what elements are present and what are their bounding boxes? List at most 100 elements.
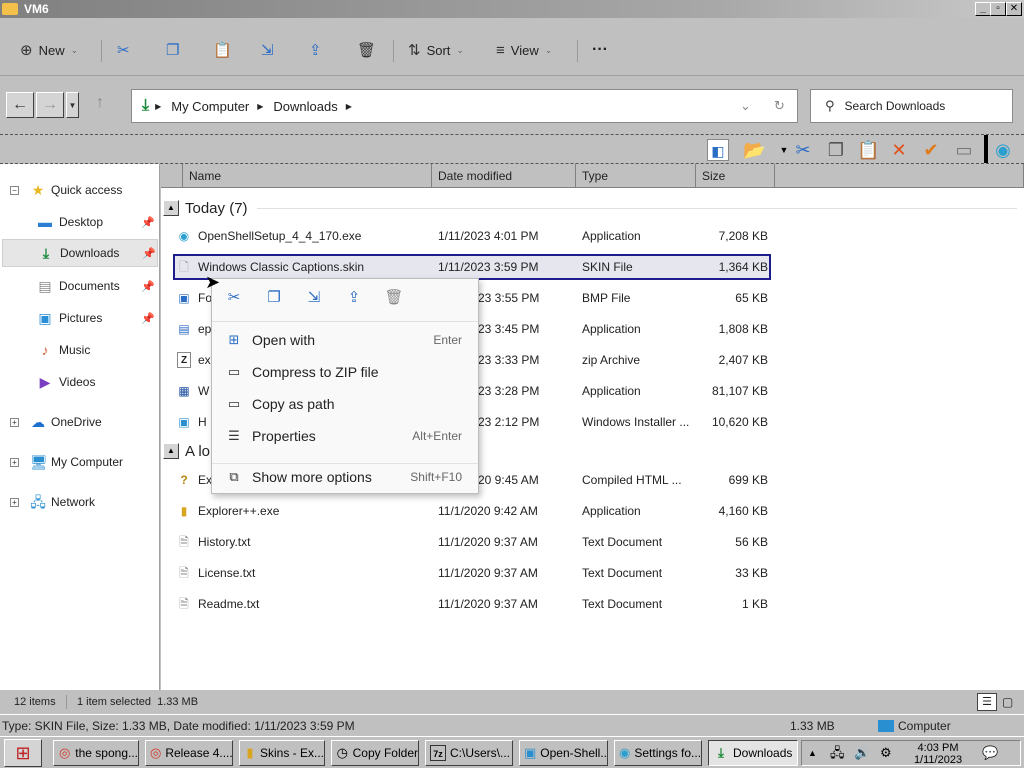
checkmark-icon[interactable]: ✔ [920, 139, 942, 161]
minimize-button[interactable]: _ [975, 2, 991, 16]
menu-item-show-more-options[interactable]: ⧉ Show more options Shift+F10 [212, 461, 478, 493]
clock[interactable]: 4:03 PM 1/11/2023 [912, 742, 964, 766]
recent-locations-button[interactable]: ▼ [66, 92, 79, 118]
clock-time: 4:03 PM [917, 742, 959, 754]
cut-icon[interactable]: ✂ [792, 139, 814, 161]
divider [101, 40, 102, 62]
file-name: Windows Classic Captions.skin [198, 260, 365, 274]
file-row-selected[interactable]: 🗋 Windows Classic Captions.skin 1/11/202… [173, 254, 771, 280]
taskbar-button[interactable]: ◉ Settings fo... [614, 740, 702, 766]
up-button[interactable]: ↑ [96, 94, 104, 112]
image-file-icon: ▣ [178, 291, 190, 305]
nav-music[interactable]: ♪ Music [0, 336, 158, 364]
share-button[interactable]: ⇪ [309, 38, 328, 62]
expand-icon[interactable]: + [10, 497, 19, 507]
paste-icon[interactable]: 📋 [857, 139, 879, 161]
nav-my-computer[interactable]: + 🖥 My Computer [0, 448, 158, 476]
cut-button[interactable]: ✂ [117, 38, 136, 62]
rename-icon[interactable]: ⇲ [301, 287, 327, 309]
view-button[interactable]: ≡ View ⌄ [496, 38, 552, 62]
notifications-icon[interactable]: 💬 [982, 745, 998, 761]
gear-icon[interactable]: ⚙ [880, 745, 892, 761]
file-row[interactable]: 🗎 History.txt 11/1/2020 9:37 AM Text Doc… [173, 529, 771, 555]
collapse-group-icon[interactable]: ▲ [163, 200, 179, 216]
pin-icon: 📌 [141, 280, 155, 293]
sort-button[interactable]: ⇅ Sort ⌄ [408, 38, 464, 62]
delete-icon[interactable]: 🗑 [381, 287, 407, 309]
search-input[interactable]: Search Downloads [845, 99, 946, 113]
file-row[interactable]: 🗎 License.txt 11/1/2020 9:37 AM Text Doc… [173, 560, 771, 586]
group-label: Today (7) [185, 199, 248, 217]
breadcrumb-my-computer[interactable]: My Computer [171, 99, 249, 114]
address-bar[interactable]: ⤓ ▶ My Computer ▶ Downloads ▶ ⌄ ↻ [131, 89, 798, 123]
copy-button[interactable]: ❐ [166, 38, 185, 62]
layout-pane-icon[interactable]: ◧ [707, 139, 729, 161]
menu-item-compress-zip[interactable]: ▭ Compress to ZIP file [212, 356, 478, 388]
nav-pictures[interactable]: ▣ Pictures 📌 [0, 304, 158, 332]
taskbar-button[interactable]: ▮ Skins - Ex... [239, 740, 325, 766]
nav-label: Music [59, 343, 91, 357]
address-history-dropdown[interactable]: ⌄ [740, 98, 751, 114]
close-button[interactable]: ✕ [1006, 2, 1022, 16]
nav-documents[interactable]: ▤ Documents 📌 [0, 272, 158, 300]
expand-icon[interactable]: + [10, 417, 19, 427]
address-row: ← → ▼ ↑ ⤓ ▶ My Computer ▶ Downloads ▶ ⌄ … [0, 76, 1024, 134]
search-box[interactable]: ⚲ Search Downloads [810, 89, 1013, 123]
volume-icon[interactable]: 🔊 [854, 745, 870, 761]
taskbar-button[interactable]: ▣ Open-Shell... [519, 740, 608, 766]
menu-item-copy-as-path[interactable]: ▭ Copy as path [212, 388, 478, 420]
file-row[interactable]: 🗎 Readme.txt 11/1/2020 9:37 AM Text Docu… [173, 591, 771, 617]
nav-label: Downloads [60, 246, 120, 260]
more-options-button[interactable]: ··· [592, 38, 608, 62]
taskbar-button[interactable]: ◷ Copy Folder [331, 740, 419, 766]
nav-network[interactable]: + 🖧 Network [0, 488, 158, 516]
large-icons-view-icon[interactable]: ▢ [1002, 695, 1013, 709]
taskbar-button[interactable]: ◎ the spong... [53, 740, 139, 766]
collapse-icon[interactable]: − [10, 185, 19, 195]
clock-date: 1/11/2023 [913, 754, 963, 766]
back-button[interactable]: ← [6, 92, 34, 118]
forward-button[interactable]: → [36, 92, 64, 118]
network-icon[interactable]: 🖧 [830, 745, 845, 761]
taskbar-button[interactable]: 7z C:\Users\... [425, 740, 513, 766]
new-button[interactable]: ⊕ New ⌄ [20, 38, 78, 62]
column-header-date[interactable]: Date modified [432, 164, 576, 188]
folder-options-icon[interactable]: 📂 [743, 139, 765, 161]
details-view-icon[interactable]: ☰ [977, 693, 997, 711]
nav-onedrive[interactable]: + ☁ OneDrive [0, 408, 158, 436]
breadcrumb-downloads[interactable]: Downloads [273, 99, 337, 114]
taskbar-button-active[interactable]: ⤓ Downloads [708, 740, 798, 766]
paste-button[interactable]: 📋 [213, 38, 238, 62]
cut-icon[interactable]: ✂ [221, 287, 247, 309]
collapse-group-icon[interactable]: ▲ [163, 443, 179, 459]
menu-item-open-with[interactable]: ⊞ Open with Enter [212, 324, 478, 356]
delete-button[interactable]: 🗑 [357, 38, 382, 62]
expand-icon[interactable]: + [10, 457, 19, 467]
file-row[interactable]: ◉ OpenShellSetup_4_4_170.exe 1/11/2023 4… [173, 223, 771, 249]
shell-icon[interactable]: ◉ [992, 139, 1014, 161]
refresh-icon[interactable]: ↻ [774, 98, 785, 114]
column-header-name[interactable]: Name [183, 164, 432, 188]
share-icon[interactable]: ⇪ [341, 287, 367, 309]
group-older[interactable]: ▲ A lo [163, 440, 210, 462]
start-button[interactable]: ⊞ [4, 739, 42, 767]
nav-quick-access[interactable]: − ★ Quick access [0, 176, 158, 204]
column-header-type[interactable]: Type [576, 164, 696, 188]
file-row[interactable]: ▮ Explorer++.exe 11/1/2020 9:42 AM Appli… [173, 498, 771, 524]
nav-videos[interactable]: ▶ Videos [0, 368, 158, 396]
file-name: ep [198, 322, 212, 336]
tray-overflow-icon[interactable]: ▲ [808, 745, 817, 761]
copy-icon[interactable]: ❐ [825, 139, 847, 161]
nav-downloads[interactable]: ⤓ Downloads 📌 [2, 239, 158, 267]
menu-item-properties[interactable]: ☰ Properties Alt+Enter [212, 420, 478, 452]
file-date: 23 3:55 PM [478, 291, 540, 305]
nav-desktop[interactable]: ▬ Desktop 📌 [0, 208, 158, 236]
maximize-button[interactable]: ▫ [990, 2, 1006, 16]
rename-button[interactable]: ⇲ [261, 38, 280, 62]
delete-icon[interactable]: ✕ [888, 139, 910, 161]
copy-icon[interactable]: ❐ [261, 287, 287, 309]
properties-icon[interactable]: ▭ [953, 139, 975, 161]
taskbar-button[interactable]: ◎ Release 4.... [145, 740, 233, 766]
column-header-size[interactable]: Size [696, 164, 775, 188]
group-today[interactable]: ▲ Today (7) [163, 197, 1017, 219]
